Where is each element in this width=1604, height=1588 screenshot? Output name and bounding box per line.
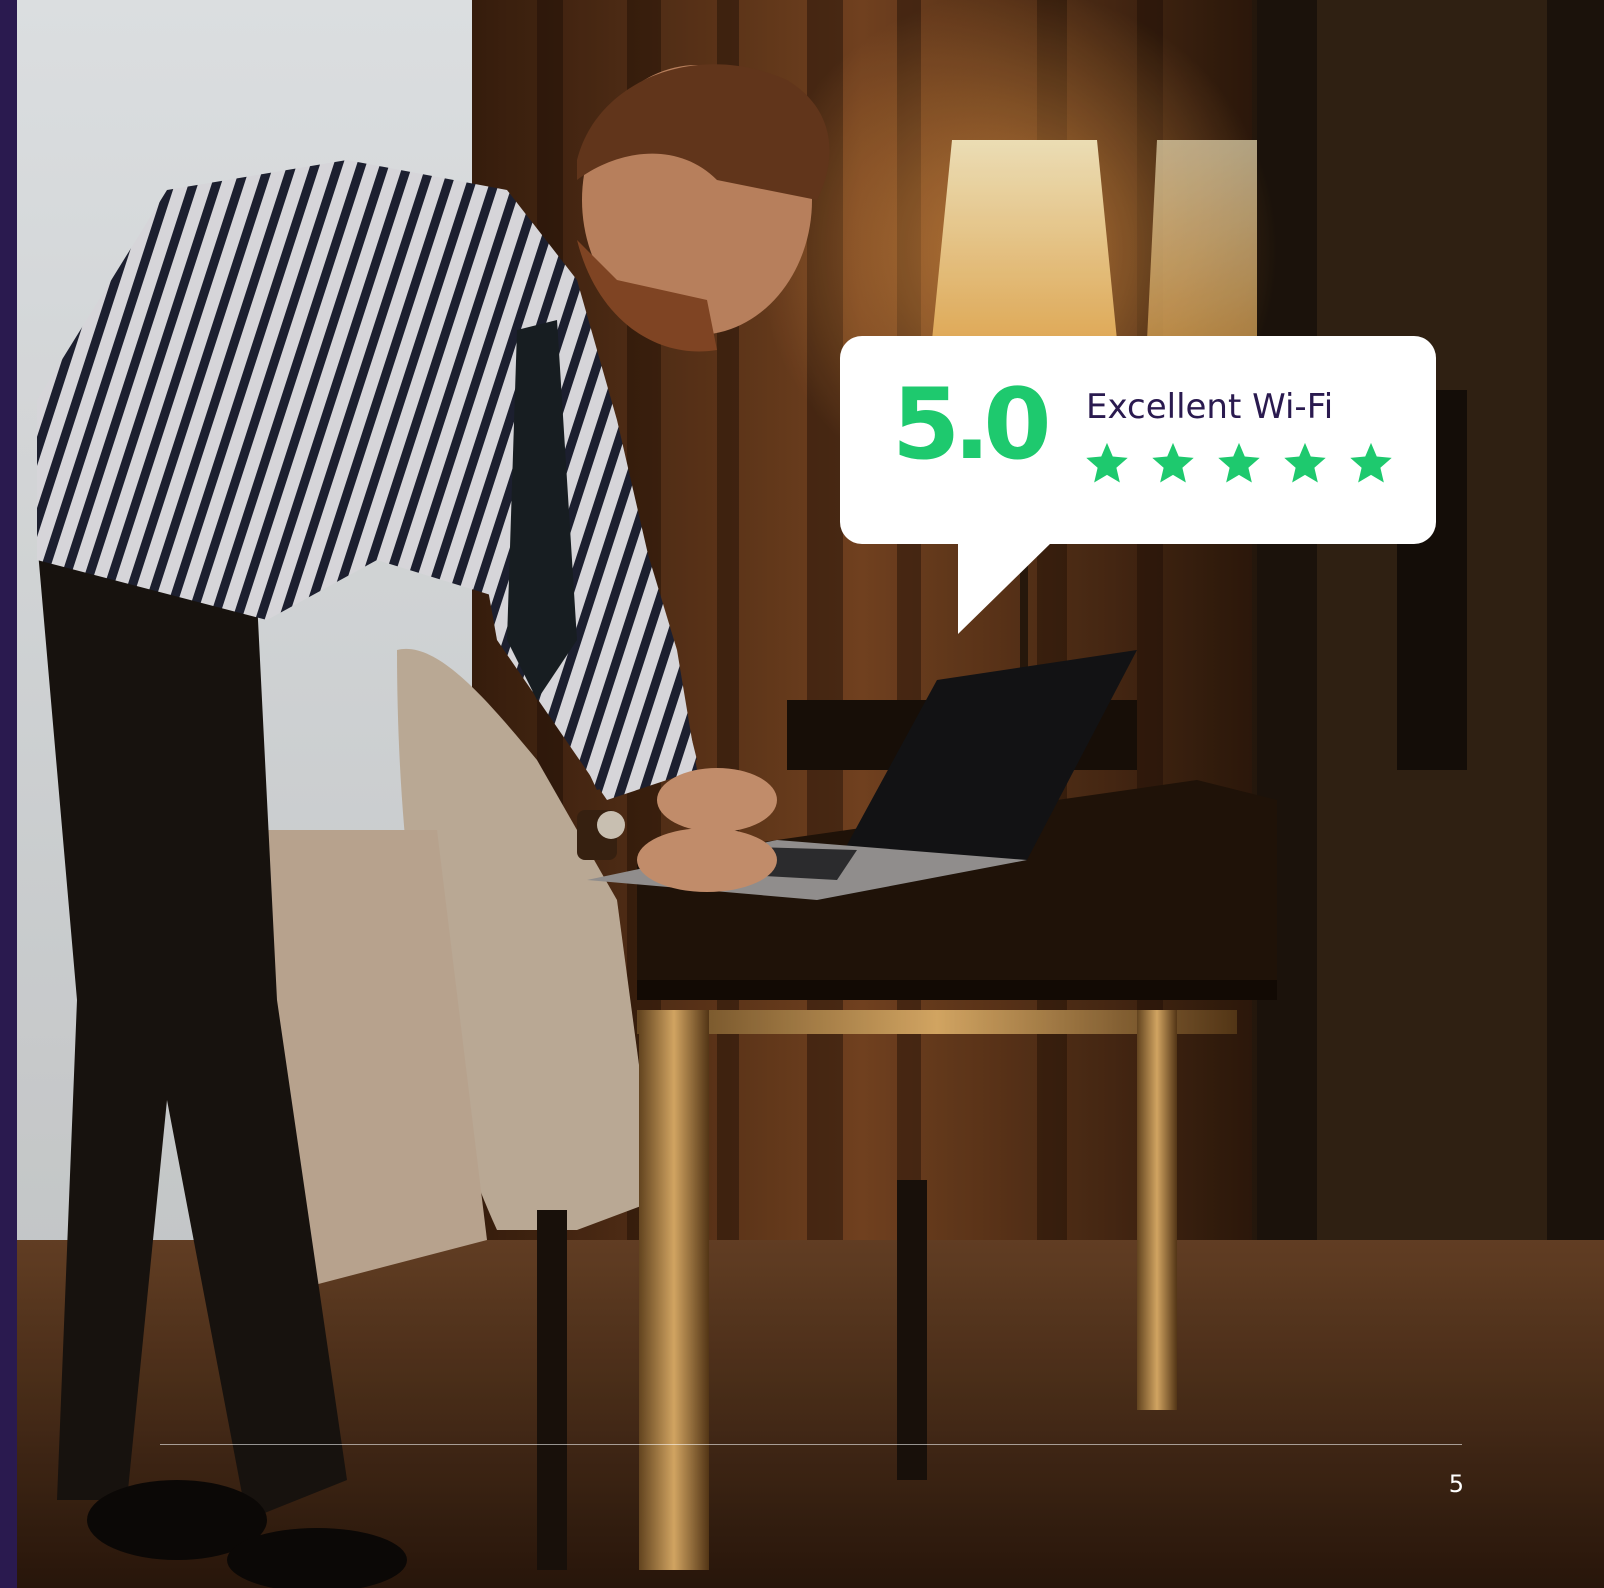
page: 5.0 Excellent Wi-Fi 5 <box>0 0 1604 1588</box>
star-icon <box>1218 442 1260 483</box>
wifi-rating-card: 5.0 Excellent Wi-Fi <box>840 336 1436 544</box>
star-rating <box>1084 440 1394 486</box>
hotel-room-photo <box>17 0 1604 1588</box>
star-icon <box>1152 442 1194 483</box>
footer-divider <box>160 1444 1462 1445</box>
rating-label: Excellent Wi-Fi <box>1086 387 1334 427</box>
bubble-tail <box>958 542 1052 634</box>
accent-side-bar <box>0 0 17 1588</box>
rating-score: 5.0 <box>892 368 1052 482</box>
star-icon <box>1086 442 1128 483</box>
star-icon <box>1284 442 1326 483</box>
star-icon <box>1350 442 1392 483</box>
page-number: 5 <box>1448 1470 1464 1498</box>
